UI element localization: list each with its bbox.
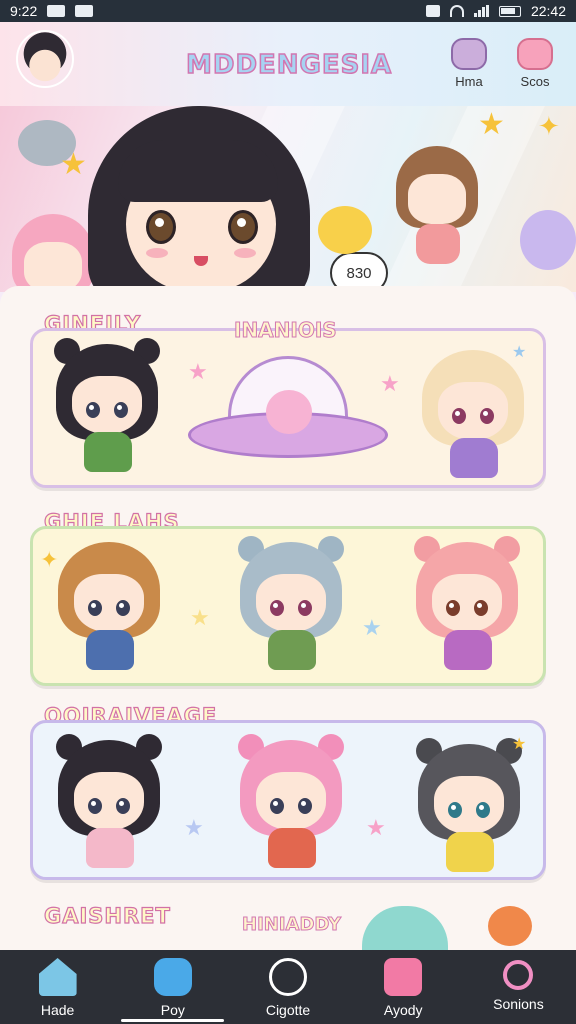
app-title: MDDENGESIA — [185, 49, 393, 81]
character-black-hair[interactable] — [52, 338, 162, 474]
nav-activity-tab[interactable]: Ayody — [346, 950, 461, 1024]
nav-label: Cigotte — [265, 1002, 311, 1018]
header-home-label: Hma — [455, 74, 483, 89]
character-black-hair[interactable] — [54, 734, 164, 870]
nav-label: Hade — [40, 1002, 75, 1018]
wifi-icon — [449, 5, 464, 17]
star-icon: ★ — [362, 616, 382, 641]
pig-icon — [517, 38, 553, 70]
star-icon: ✦ — [40, 548, 59, 573]
star-icon: ★ — [512, 342, 527, 361]
star-icon: ★ — [478, 107, 505, 142]
star-icon: ★ — [60, 147, 87, 182]
star-icon: ★ — [188, 360, 208, 385]
ufo-character[interactable] — [188, 356, 388, 468]
character-eye — [228, 210, 258, 244]
header-scores-button[interactable]: Scos — [508, 38, 562, 89]
star-icon: ★ — [380, 372, 400, 397]
bottom-nav: Hade Poy Cigotte Ayody Sonions — [0, 950, 576, 1024]
avatar[interactable] — [16, 30, 74, 88]
pet-icon — [451, 38, 487, 70]
photo-notification-icon — [47, 5, 66, 17]
star-icon: ★ — [190, 606, 210, 631]
orange-creature-icon — [488, 906, 532, 946]
location-icon — [425, 5, 440, 17]
activity-icon — [384, 958, 423, 996]
purple-cat-icon — [520, 210, 576, 270]
nav-label: Ayody — [383, 1002, 423, 1018]
signal-icon — [473, 5, 489, 17]
card-sub-label: HINIADDY — [241, 914, 342, 936]
character-brown-hair[interactable] — [54, 542, 164, 672]
settings-icon — [503, 960, 534, 990]
status-right: 22:42 — [425, 3, 566, 19]
main-character — [88, 106, 310, 292]
hero-banner[interactable]: ★ 830 ★ ✦ — [0, 106, 576, 292]
character-pink-hair[interactable] — [412, 536, 522, 672]
pink-hair-character — [8, 214, 98, 292]
circle-icon — [269, 958, 307, 996]
sun-icon — [318, 206, 372, 254]
nav-create-tab[interactable]: Cigotte — [230, 950, 345, 1024]
star-icon: ★ — [512, 734, 527, 753]
status-time: 9:22 — [10, 3, 38, 19]
nav-settings-tab[interactable]: Sonions — [461, 950, 576, 1024]
star-icon: ★ — [184, 816, 204, 841]
star-icon: ✦ — [538, 112, 560, 142]
app-header: MDDENGESIA Hma Scos — [0, 22, 576, 106]
card-sub-label: INANIOIS — [234, 318, 338, 343]
nav-label: Sonions — [493, 996, 544, 1012]
character-eye — [146, 210, 176, 244]
status-clock: 22:42 — [530, 3, 566, 19]
section-heading: GAISHRET — [43, 903, 171, 928]
character-pink-hair[interactable] — [236, 734, 346, 870]
character-gray-hair[interactable] — [236, 536, 346, 672]
close-notification-icon — [75, 5, 94, 17]
nav-play-tab[interactable]: Poy — [115, 950, 230, 1024]
header-home-button[interactable]: Hma — [442, 38, 496, 89]
header-scores-label: Scos — [520, 74, 550, 89]
nav-label: Poy — [160, 1002, 185, 1018]
character-blonde-hair[interactable] — [418, 350, 528, 480]
brown-hair-character — [392, 146, 482, 266]
game-controller-icon — [153, 958, 192, 996]
star-icon: ★ — [366, 816, 386, 841]
nav-home-tab[interactable]: Hade — [0, 950, 115, 1024]
status-left: 9:22 — [10, 3, 94, 19]
character-dark-gray-hair[interactable] — [414, 738, 524, 874]
house-icon — [38, 958, 77, 996]
status-bar: 9:22 22:42 — [0, 0, 576, 22]
battery-icon — [498, 5, 521, 17]
